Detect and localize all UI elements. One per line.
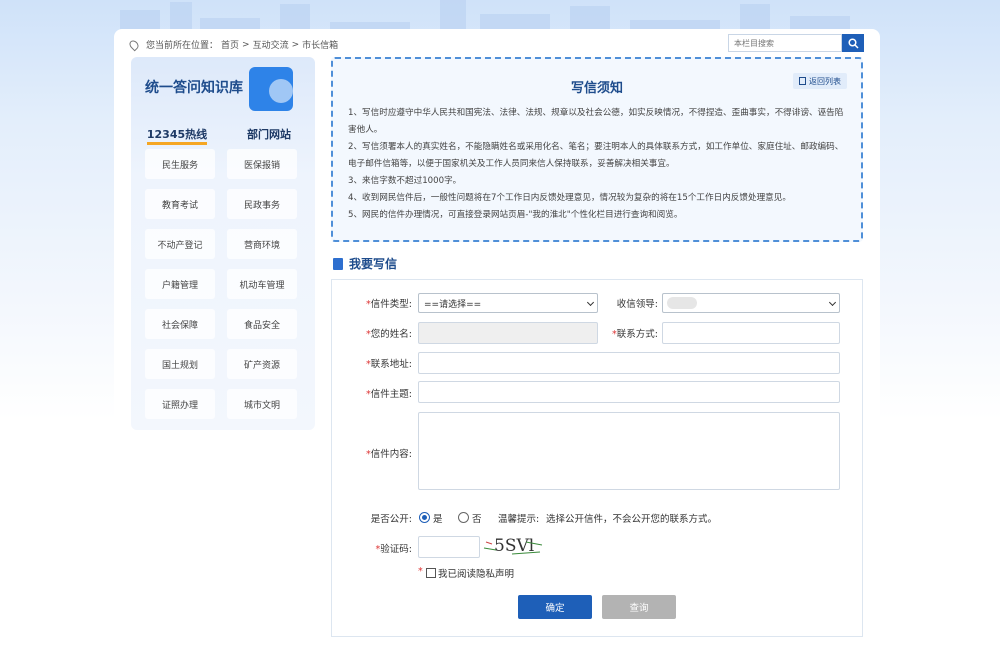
tab-department-sites[interactable]: 部门网站 (223, 123, 315, 145)
sidebar-title: 统一答问知识库 (145, 80, 243, 96)
search-icon (847, 37, 859, 49)
notice-line: 2、写信须署本人的真实姓名，不能隐瞒姓名或采用化名、笔名；要注明本人的具体联系方… (348, 142, 844, 169)
category-item[interactable]: 教育考试 (145, 189, 215, 219)
content-label: *信件内容: (366, 449, 412, 460)
writing-notice: 写信须知 返回列表 1、写信时应遵守中华人民共和国宪法、法律、法规、规章以及社会… (331, 57, 863, 242)
tab-label: 12345热线 (146, 128, 208, 145)
category-item[interactable]: 社会保障 (145, 309, 215, 339)
letter-type-label: *信件类型: (366, 299, 412, 310)
notice-body: 1、写信时应遵守中华人民共和国宪法、法律、法规、规章以及社会公德，如实反映情况，… (348, 105, 850, 224)
breadcrumb-mayor-mailbox[interactable]: 市长信箱 (302, 38, 338, 51)
main-panel: 您当前所在位置： 首页 > 互动交流 > 市长信箱 统一答问知识库 12345热… (114, 29, 880, 647)
section-title: 我要写信 (349, 257, 398, 271)
letter-form: *信件类型: ==请选择== 收信领导: *您的姓名: *联系方式: *联系地址… (331, 279, 863, 637)
tip-text: 选择公开信件，不会公开您的联系方式。 (546, 514, 718, 525)
list-icon (799, 77, 806, 85)
recipient-label: 收信领导: (616, 299, 658, 310)
captcha-image[interactable]: 5SVl (482, 536, 544, 558)
back-label: 返回列表 (809, 76, 841, 86)
breadcrumb: 您当前所在位置： 首页 > 互动交流 > 市长信箱 (127, 38, 338, 51)
privacy-required-mark: * (418, 566, 423, 577)
back-to-list-button[interactable]: 返回列表 (793, 73, 847, 89)
search-button[interactable] (842, 34, 864, 52)
submit-button[interactable]: 确定 (518, 595, 592, 619)
contact-field[interactable] (662, 322, 840, 344)
category-item[interactable]: 医保报销 (227, 149, 297, 179)
breadcrumb-prefix: 您当前所在位置： (146, 41, 219, 51)
tab-12345-hotline[interactable]: 12345热线 (131, 123, 223, 145)
captcha-field[interactable] (418, 536, 480, 558)
breadcrumb-home[interactable]: 首页 (221, 38, 239, 51)
search-input[interactable] (728, 34, 842, 52)
category-item[interactable]: 城市文明 (227, 389, 297, 419)
breadcrumb-separator: > (242, 39, 250, 50)
book-icon (249, 67, 293, 111)
category-item[interactable]: 户籍管理 (145, 269, 215, 299)
location-pin-icon (127, 38, 141, 51)
privacy-label[interactable]: 我已阅读隐私声明 (438, 566, 514, 580)
knowledge-base-sidebar: 统一答问知识库 12345热线 部门网站 民生服务 医保报销 教育考试 民政事务… (131, 57, 315, 430)
category-item[interactable]: 食品安全 (227, 309, 297, 339)
content-textarea[interactable] (418, 412, 840, 490)
contact-label: *联系方式: (612, 329, 658, 340)
category-item[interactable]: 机动车管理 (227, 269, 297, 299)
category-item[interactable]: 民生服务 (145, 149, 215, 179)
chevron-down-icon (828, 298, 837, 307)
notice-line: 5、网民的信件办理情况，可直接登录网站页眉-"我的淮北"个性化栏目进行查询和阅览… (348, 210, 683, 220)
privacy-checkbox[interactable] (426, 568, 436, 578)
tab-label: 部门网站 (247, 128, 291, 141)
notice-line: 1、写信时应遵守中华人民共和国宪法、法律、法规、规章以及社会公德，如实反映情况，… (348, 108, 844, 135)
category-item[interactable]: 国土规划 (145, 349, 215, 379)
category-item[interactable]: 证照办理 (145, 389, 215, 419)
category-item[interactable]: 民政事务 (227, 189, 297, 219)
top-bar: 您当前所在位置： 首页 > 互动交流 > 市长信箱 (114, 29, 880, 57)
name-label: *您的姓名: (366, 329, 412, 340)
notice-line: 4、收到网民信件后，一般性问题将在7个工作日内反馈处理意见，情况较为复杂的将在1… (348, 193, 791, 203)
category-item[interactable]: 不动产登记 (145, 229, 215, 259)
address-field[interactable] (418, 352, 840, 374)
public-no-label: 否 (472, 514, 482, 525)
captcha-label: *验证码: (375, 544, 412, 555)
notice-title: 写信须知 (570, 81, 623, 96)
address-label: *联系地址: (366, 359, 412, 370)
name-field[interactable] (418, 322, 598, 344)
breadcrumb-interaction[interactable]: 互动交流 (253, 38, 289, 51)
public-label: 是否公开: (370, 514, 412, 525)
search-box (728, 34, 864, 52)
query-button[interactable]: 查询 (602, 595, 676, 619)
public-no-radio[interactable] (458, 512, 469, 523)
category-item[interactable]: 矿产资源 (227, 349, 297, 379)
public-yes-radio[interactable] (419, 512, 430, 523)
letter-type-value: ==请选择== (424, 299, 482, 310)
notice-line: 3、来信字数不超过1000字。 (348, 176, 462, 186)
subject-field[interactable] (418, 381, 840, 403)
letter-type-select[interactable]: ==请选择== (418, 293, 598, 313)
sidebar-tabs: 12345热线 部门网站 (131, 123, 315, 145)
subject-label: *信件主题: (366, 389, 412, 400)
tip-label: 温馨提示: (498, 514, 540, 525)
write-letter-heading: 我要写信 (333, 255, 397, 272)
public-yes-label: 是 (433, 514, 443, 525)
category-grid: 民生服务 医保报销 教育考试 民政事务 不动产登记 营商环境 户籍管理 机动车管… (145, 149, 297, 419)
redacted-value (667, 297, 697, 309)
edit-icon (333, 257, 343, 270)
category-item[interactable]: 营商环境 (227, 229, 297, 259)
recipient-select[interactable] (662, 293, 840, 313)
captcha-noise (483, 541, 543, 555)
chevron-down-icon (586, 298, 595, 307)
breadcrumb-separator: > (291, 39, 300, 50)
